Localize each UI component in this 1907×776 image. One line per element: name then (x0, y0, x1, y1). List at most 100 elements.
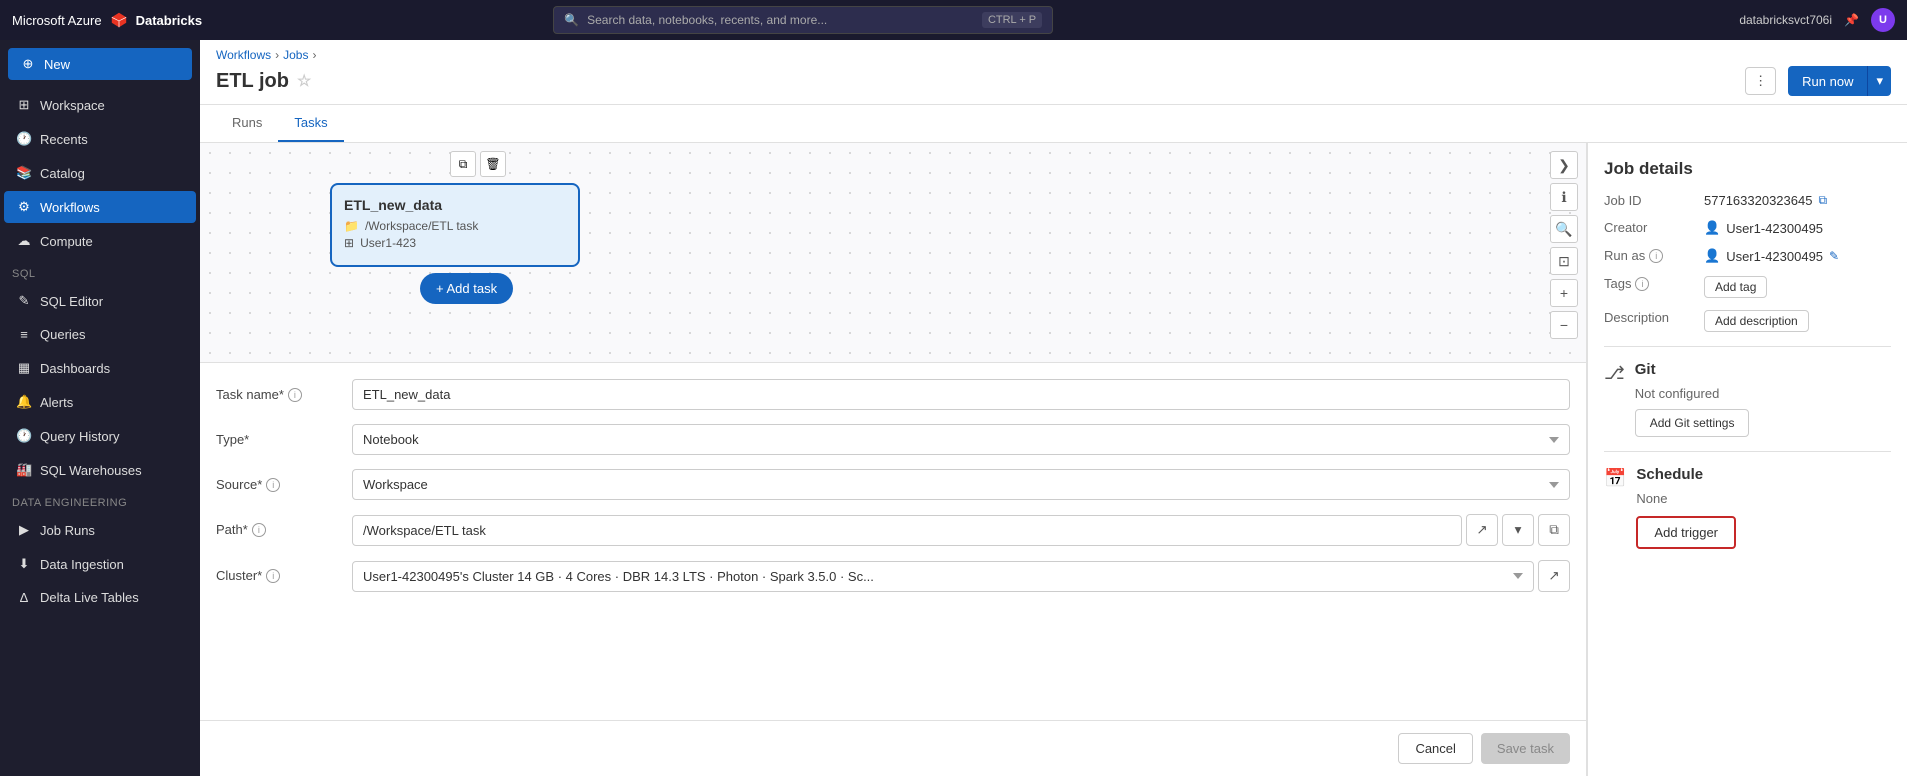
task-form: Task name* i Type* (200, 363, 1586, 720)
add-description-button[interactable]: Add description (1704, 310, 1809, 332)
add-trigger-button[interactable]: Add trigger (1636, 516, 1736, 549)
sidebar-item-sql-warehouses[interactable]: 🏭 SQL Warehouses (4, 454, 196, 486)
source-select[interactable]: Workspace (352, 469, 1570, 500)
app-title: Databricks (136, 13, 202, 28)
cluster-control: User1-42300495's Cluster 14 GB · 4 Cores… (352, 560, 1570, 592)
job-id-copy-button[interactable]: ⧉ (1818, 193, 1827, 208)
job-details-title: Job details (1604, 159, 1891, 179)
sidebar-item-delta-live-tables[interactable]: Δ Delta Live Tables (4, 582, 196, 613)
cancel-button[interactable]: Cancel (1398, 733, 1472, 764)
type-label: Type* (216, 424, 336, 447)
search-canvas-button[interactable]: 🔍 (1550, 215, 1578, 243)
cluster-open-button[interactable]: ↗ (1538, 560, 1570, 592)
pin-icon: 📌 (1844, 13, 1859, 27)
sidebar-item-query-history[interactable]: 🕐 Query History (4, 420, 196, 452)
path-dropdown-button[interactable]: ▾ (1502, 514, 1534, 546)
more-options-button[interactable]: ⋮ (1745, 67, 1776, 95)
search-shortcut: CTRL + P (982, 12, 1042, 28)
cluster-row: Cluster* i User1-42300495's Cluster 14 G… (216, 560, 1570, 592)
task-name-input[interactable] (352, 379, 1570, 410)
run-now-dropdown-button[interactable]: ▾ (1867, 66, 1891, 96)
run-now-button[interactable]: Run now (1788, 66, 1867, 96)
cluster-info-icon[interactable]: i (266, 569, 280, 583)
add-git-settings-button[interactable]: Add Git settings (1635, 409, 1750, 437)
sidebar-item-catalog[interactable]: 📚 Catalog (4, 157, 196, 189)
add-tag-button[interactable]: Add tag (1704, 276, 1767, 298)
content-area: ⧉ 🗑 ETL_new_data 📁 /Workspace/ETL task ⊞… (200, 143, 1907, 776)
collapse-panel-button[interactable]: ❯ (1550, 151, 1578, 179)
sidebar-item-workspace[interactable]: ⊞ Workspace (4, 89, 196, 121)
path-input-row: ↗ ▾ ⧉ (352, 514, 1570, 546)
right-panel: Job details Job ID 577163320323645 ⧉ Cre… (1587, 143, 1907, 776)
sidebar-item-dashboards[interactable]: ▦ Dashboards (4, 352, 196, 384)
search-bar[interactable]: 🔍 Search data, notebooks, recents, and m… (553, 6, 1053, 34)
sidebar-item-alerts[interactable]: 🔔 Alerts (4, 386, 196, 418)
path-input[interactable] (352, 515, 1462, 546)
cluster-icon: ⊞ (344, 236, 354, 250)
delete-task-button[interactable]: 🗑 (480, 151, 506, 177)
tab-tasks[interactable]: Tasks (278, 105, 343, 142)
git-icon: ⎇ (1604, 363, 1625, 384)
add-task-button[interactable]: + Add task (420, 273, 513, 304)
sidebar-item-queries[interactable]: ≡ Queries (4, 319, 196, 350)
sidebar-item-sql-editor[interactable]: ✎ SQL Editor (4, 285, 196, 317)
run-now-button-group: Run now ▾ (1788, 66, 1891, 96)
sidebar-item-data-ingestion[interactable]: ⬇ Data Ingestion (4, 548, 196, 580)
breadcrumb-jobs[interactable]: Jobs (283, 48, 308, 62)
zoom-in-button[interactable]: + (1550, 279, 1578, 307)
breadcrumb-sep1: › (275, 48, 279, 62)
tags-info-icon[interactable]: i (1635, 277, 1649, 291)
schedule-content: Schedule None Add trigger (1636, 466, 1736, 549)
task-name-info-icon[interactable]: i (288, 388, 302, 402)
data-ingestion-icon: ⬇ (16, 556, 32, 572)
job-runs-icon: ▶ (16, 522, 32, 538)
sidebar-label-workspace: Workspace (40, 98, 105, 113)
sidebar-item-job-runs[interactable]: ▶ Job Runs (4, 514, 196, 546)
git-title: Git (1635, 361, 1750, 378)
job-id-value: 577163320323645 ⧉ (1704, 193, 1891, 208)
avatar[interactable]: U (1871, 8, 1895, 32)
new-button[interactable]: ⊕ New (8, 48, 192, 80)
path-open-button[interactable]: ↗ (1466, 514, 1498, 546)
sidebar-item-recents[interactable]: 🕐 Recents (4, 123, 196, 155)
task-canvas[interactable]: ⧉ 🗑 ETL_new_data 📁 /Workspace/ETL task ⊞… (200, 143, 1586, 363)
task-name-row: Task name* i (216, 379, 1570, 410)
sidebar-item-compute[interactable]: ☁ Compute (4, 225, 196, 257)
type-select[interactable]: Notebook (352, 424, 1570, 455)
tab-runs[interactable]: Runs (216, 105, 278, 142)
breadcrumb-sep2: › (312, 48, 316, 62)
divider-2 (1604, 451, 1891, 452)
star-icon[interactable]: ☆ (297, 71, 311, 91)
queries-icon: ≡ (16, 327, 32, 342)
task-node[interactable]: ETL_new_data 📁 /Workspace/ETL task ⊞ Use… (330, 183, 580, 267)
run-as-info-icon[interactable]: i (1649, 249, 1663, 263)
job-id-row: Job ID 577163320323645 ⧉ (1604, 193, 1891, 208)
main-layout: ⊕ New ⊞ Workspace 🕐 Recents 📚 Catalog ⚙ … (0, 40, 1907, 776)
source-info-icon[interactable]: i (266, 478, 280, 492)
save-task-button[interactable]: Save task (1481, 733, 1570, 764)
top-navigation: Microsoft Azure Databricks 🔍 Search data… (0, 0, 1907, 40)
path-copy-button[interactable]: ⧉ (1538, 514, 1570, 546)
sidebar-item-workflows[interactable]: ⚙ Workflows (4, 191, 196, 223)
divider-1 (1604, 346, 1891, 347)
task-node-actions: ⧉ 🗑 (450, 151, 506, 177)
copy-task-button[interactable]: ⧉ (450, 151, 476, 177)
info-button[interactable]: ℹ (1550, 183, 1578, 211)
canvas-toolbar: ❯ ℹ 🔍 ⊡ + − (1550, 151, 1578, 339)
breadcrumb-workflows[interactable]: Workflows (216, 48, 271, 62)
run-as-edit-button[interactable]: ✎ (1829, 249, 1839, 263)
sql-section-header: SQL (0, 258, 200, 284)
page-header: Workflows › Jobs › ETL job ☆ ⋮ Run now ▾ (200, 40, 1907, 105)
schedule-section: 📅 Schedule None Add trigger (1604, 466, 1891, 549)
cluster-input-row: User1-42300495's Cluster 14 GB · 4 Cores… (352, 560, 1570, 592)
user-name[interactable]: databricksvct706i (1739, 13, 1832, 27)
workspace-icon: ⊞ (16, 97, 32, 113)
fit-view-button[interactable]: ⊡ (1550, 247, 1578, 275)
cluster-select[interactable]: User1-42300495's Cluster 14 GB · 4 Cores… (352, 561, 1534, 592)
top-nav-right: databricksvct706i 📌 U (1739, 8, 1895, 32)
zoom-out-button[interactable]: − (1550, 311, 1578, 339)
sidebar-label-job-runs: Job Runs (40, 523, 95, 538)
delta-live-tables-icon: Δ (16, 590, 32, 605)
header-actions: ⋮ Run now ▾ (1745, 66, 1891, 96)
path-info-icon[interactable]: i (252, 523, 266, 537)
